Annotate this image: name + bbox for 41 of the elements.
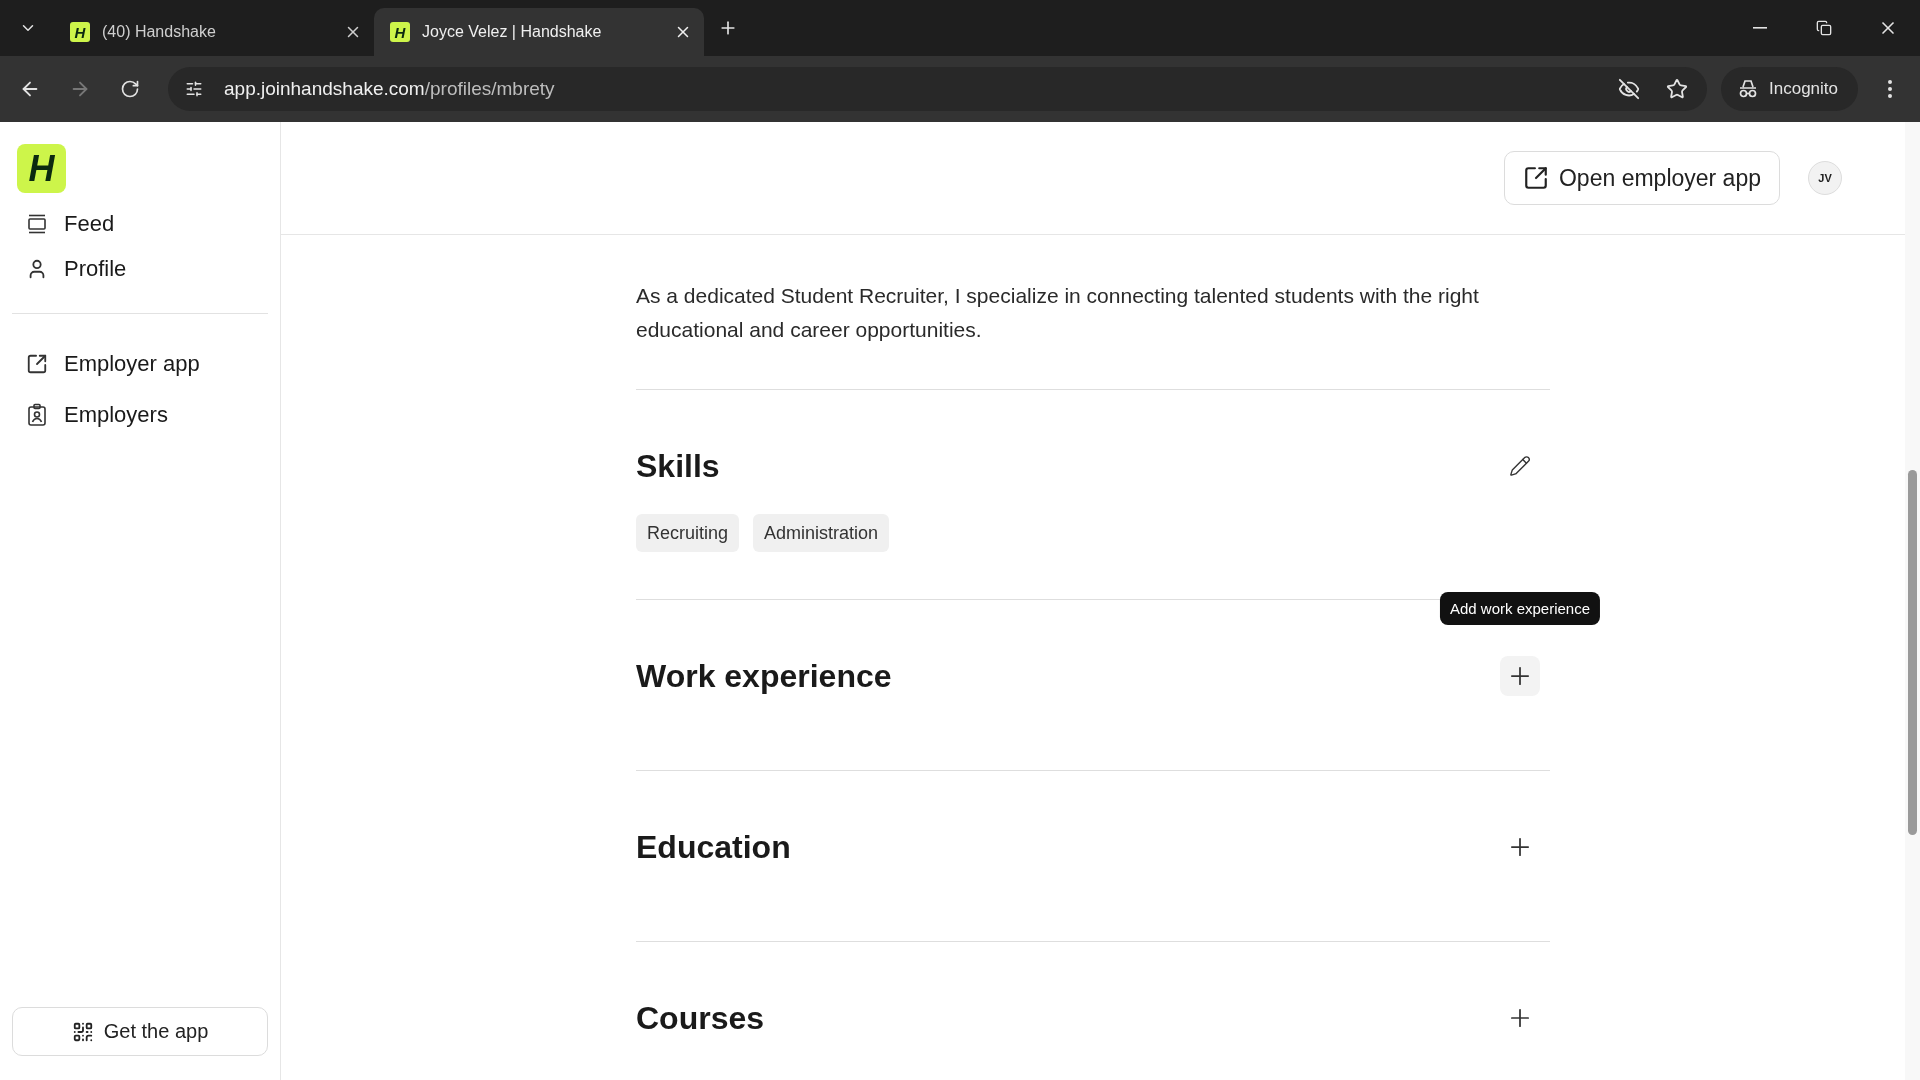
external-link-icon xyxy=(1523,165,1549,191)
nav-item[interactable]: Employer app xyxy=(12,338,268,389)
browser-tab[interactable]: H (40) Handshake xyxy=(54,8,374,56)
nav-item[interactable]: Feed xyxy=(12,201,268,246)
qr-code-icon xyxy=(71,1020,94,1043)
restore-icon xyxy=(1816,20,1832,36)
star-icon xyxy=(1666,78,1688,100)
eye-off-icon xyxy=(1618,78,1640,100)
favicon: H xyxy=(390,22,410,42)
url-text: app.joinhandshake.com/profiles/mbrety xyxy=(224,78,556,100)
get-app-button[interactable]: Get the app xyxy=(12,1007,268,1056)
section-title: Work experience xyxy=(636,657,892,695)
nav-item[interactable]: Employers xyxy=(12,389,268,440)
logo[interactable]: H xyxy=(17,144,66,193)
tooltip: Add work experience xyxy=(1439,592,1601,625)
summary-text: As a dedicated Student Recruiter, I specialize in connecting talented students with the right educational and career opportunities. xyxy=(636,235,1550,390)
skill-tag: Recruiting xyxy=(636,514,740,552)
favicon: H xyxy=(70,22,90,42)
scrollbar[interactable] xyxy=(1905,122,1920,1080)
id-badge-icon xyxy=(26,402,48,427)
sliders-icon xyxy=(185,80,203,98)
more-icon xyxy=(1888,80,1892,98)
feed-icon xyxy=(26,212,48,235)
section-title: Education xyxy=(636,828,791,866)
reload-icon xyxy=(120,79,140,99)
address-bar[interactable]: app.joinhandshake.com/profiles/mbrety xyxy=(168,67,1707,111)
external-link-icon xyxy=(26,352,48,375)
incognito-badge[interactable]: Incognito xyxy=(1721,67,1858,111)
pencil-icon xyxy=(1509,455,1531,477)
section-title: Courses xyxy=(636,999,765,1037)
avatar[interactable]: JV xyxy=(1808,161,1842,195)
section-title: Skills xyxy=(636,447,720,485)
open-employer-app-button[interactable]: Open employer app xyxy=(1504,151,1780,205)
add-button[interactable] xyxy=(1500,656,1540,696)
tab-title: (40) Handshake xyxy=(102,23,217,41)
browser-tab[interactable]: H Joyce Velez | Handshake xyxy=(374,8,704,56)
skill-tag: Administration xyxy=(753,514,890,552)
incognito-icon xyxy=(1737,79,1759,99)
tab-title: Joyce Velez | Handshake xyxy=(422,23,603,41)
nav-item[interactable]: Profile xyxy=(12,246,268,291)
minimize-icon xyxy=(1753,27,1767,29)
